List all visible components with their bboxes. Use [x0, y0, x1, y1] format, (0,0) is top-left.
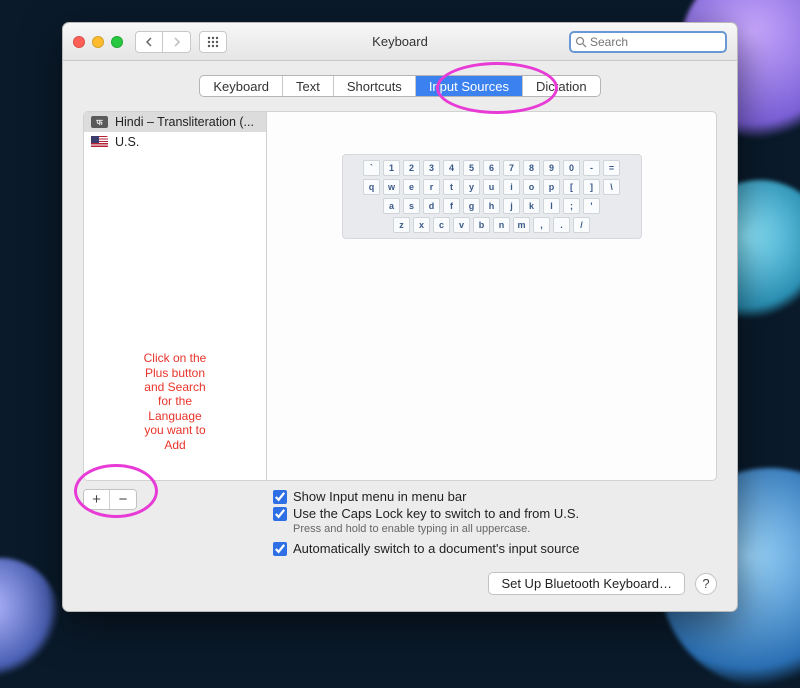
key: t [443, 179, 460, 195]
forward-button[interactable] [163, 31, 191, 53]
key: 6 [483, 160, 500, 176]
annotation-text: Click on thePlus buttonand Searchfor the… [96, 351, 254, 452]
tab-dictation[interactable]: Dictation [523, 76, 600, 96]
close-icon[interactable] [73, 36, 85, 48]
show-input-menu-label: Show Input menu in menu bar [293, 489, 466, 504]
key: f [443, 198, 460, 214]
key: e [403, 179, 420, 195]
back-button[interactable] [135, 31, 163, 53]
minimize-icon[interactable] [92, 36, 104, 48]
key: 8 [523, 160, 540, 176]
search-input[interactable] [590, 35, 721, 49]
key: u [483, 179, 500, 195]
key: b [473, 217, 490, 233]
source-item-label: Hindi – Transliteration (... [115, 115, 254, 129]
key: 4 [443, 160, 460, 176]
key: g [463, 198, 480, 214]
key: a [383, 198, 400, 214]
caps-lock-switch-checkbox[interactable] [273, 507, 287, 521]
key: d [423, 198, 440, 214]
hindi-flag-icon: फ [91, 116, 108, 128]
key: ` [363, 160, 380, 176]
key: - [583, 160, 600, 176]
key: p [543, 179, 560, 195]
key: y [463, 179, 480, 195]
key: ] [583, 179, 600, 195]
tab-keyboard[interactable]: Keyboard [200, 76, 283, 96]
key: k [523, 198, 540, 214]
key: 3 [423, 160, 440, 176]
preferences-window: Keyboard KeyboardTextShortcutsInput Sour… [62, 22, 738, 612]
chevron-left-icon [145, 37, 153, 47]
key: z [393, 217, 410, 233]
show-all-button[interactable] [199, 31, 227, 53]
remove-source-button[interactable]: − [110, 490, 136, 509]
key: h [483, 198, 500, 214]
tab-input-sources[interactable]: Input Sources [416, 76, 523, 96]
source-item-label: U.S. [115, 135, 139, 149]
grid-icon [207, 36, 219, 48]
tab-bar: KeyboardTextShortcutsInput SourcesDictat… [199, 75, 600, 97]
key: , [533, 217, 550, 233]
chevron-right-icon [173, 37, 181, 47]
key: j [503, 198, 520, 214]
key: . [553, 217, 570, 233]
show-input-menu-checkbox[interactable] [273, 490, 287, 504]
us-flag-icon [91, 136, 108, 148]
key: n [493, 217, 510, 233]
content-pane: फ Hindi – Transliteration (... U.S. Click … [83, 111, 717, 481]
key: 1 [383, 160, 400, 176]
key: c [433, 217, 450, 233]
key: o [523, 179, 540, 195]
search-icon [575, 36, 587, 48]
source-list: फ Hindi – Transliteration (... U.S. Click … [84, 112, 267, 480]
add-remove-buttons: + − [83, 489, 137, 510]
key: ; [563, 198, 580, 214]
key: m [513, 217, 530, 233]
zoom-icon[interactable] [111, 36, 123, 48]
keyboard-preview: `1234567890-= qwertyuiop[]\ asdfghjkl;' zxc… [267, 112, 716, 480]
key: \ [603, 179, 620, 195]
bluetooth-keyboard-button[interactable]: Set Up Bluetooth Keyboard… [488, 572, 685, 595]
tab-text[interactable]: Text [283, 76, 334, 96]
key: / [573, 217, 590, 233]
auto-switch-label: Automatically switch to a document's inp… [293, 541, 579, 556]
key: q [363, 179, 380, 195]
caps-lock-note: Press and hold to enable typing in all u… [293, 523, 579, 535]
key: 5 [463, 160, 480, 176]
key: x [413, 217, 430, 233]
caps-lock-switch-label: Use the Caps Lock key to switch to and f… [293, 506, 579, 521]
key: [ [563, 179, 580, 195]
window-controls [73, 36, 123, 48]
key: 9 [543, 160, 560, 176]
key: v [453, 217, 470, 233]
source-item[interactable]: U.S. [84, 132, 266, 152]
search-field[interactable] [569, 31, 727, 53]
help-button[interactable]: ? [695, 573, 717, 595]
add-source-button[interactable]: + [84, 490, 110, 509]
key: 7 [503, 160, 520, 176]
key: i [503, 179, 520, 195]
tab-shortcuts[interactable]: Shortcuts [334, 76, 416, 96]
key: l [543, 198, 560, 214]
auto-switch-checkbox[interactable] [273, 542, 287, 556]
key: 2 [403, 160, 420, 176]
source-item[interactable]: फ Hindi – Transliteration (... [84, 112, 266, 132]
key: 0 [563, 160, 580, 176]
key: s [403, 198, 420, 214]
key: w [383, 179, 400, 195]
key: r [423, 179, 440, 195]
key: ' [583, 198, 600, 214]
keyboard-layout: `1234567890-= qwertyuiop[]\ asdfghjkl;' zxc… [342, 154, 642, 239]
key: = [603, 160, 620, 176]
nav-buttons [135, 31, 191, 53]
titlebar: Keyboard [63, 23, 737, 61]
